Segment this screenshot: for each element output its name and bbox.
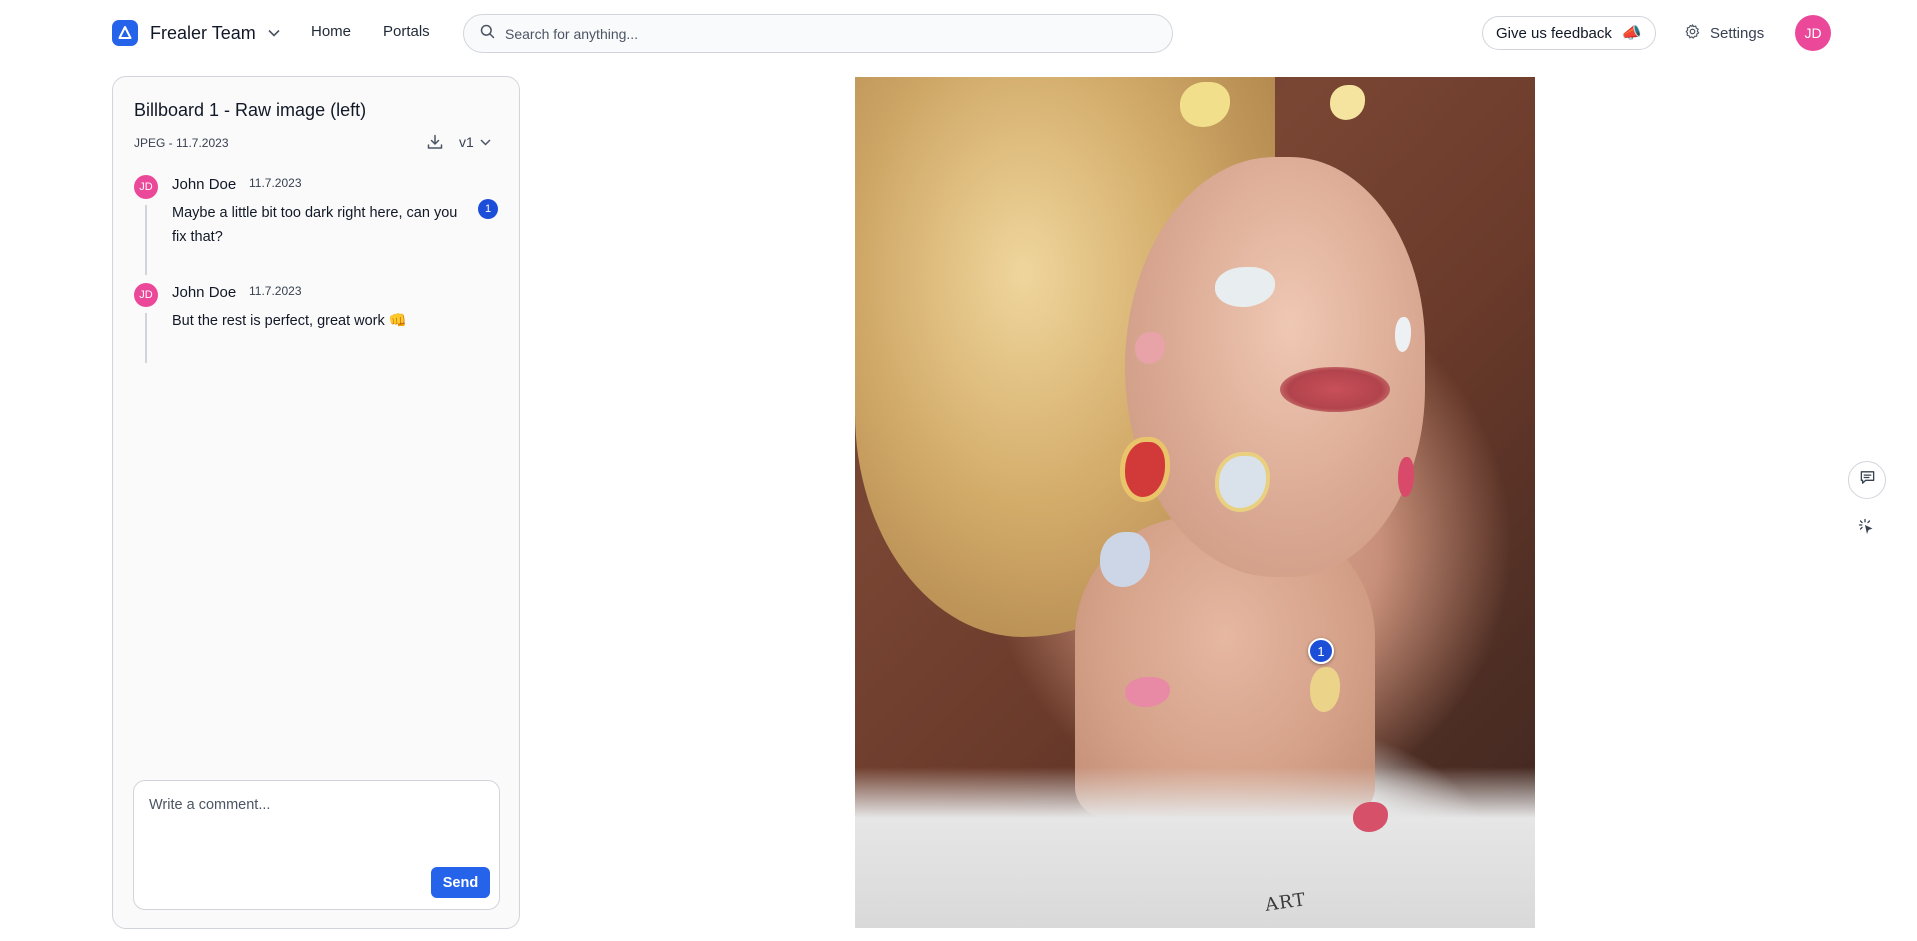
team-name: Frealer Team <box>150 22 256 43</box>
comment-author: John Doe <box>172 176 237 193</box>
comment-item: JD John Doe 11.7.2023 Maybe a little bit… <box>134 175 498 275</box>
version-label: v1 <box>459 134 474 150</box>
brand-logo-icon <box>112 20 138 46</box>
comment-text: Maybe a little bit too dark right here, … <box>172 205 458 245</box>
send-button[interactable]: Send <box>431 867 490 898</box>
feedback-label: Give us feedback <box>1496 24 1612 42</box>
comment-date: 11.7.2023 <box>249 176 302 190</box>
chevron-down-icon <box>268 29 280 37</box>
click-pointer-icon[interactable] <box>1856 516 1878 538</box>
comment-author: John Doe <box>172 284 237 301</box>
asset-title: Billboard 1 - Raw image (left) <box>134 100 367 120</box>
user-avatar[interactable]: JD <box>1795 15 1831 51</box>
image-viewer[interactable]: ART 1 <box>855 77 1535 928</box>
comment-thread-line <box>145 313 147 363</box>
comment-marker[interactable]: 1 <box>1308 638 1334 664</box>
comment-date: 11.7.2023 <box>249 284 302 298</box>
message-icon <box>1859 469 1876 491</box>
search-input[interactable] <box>505 25 1145 42</box>
comment-item: JD John Doe 11.7.2023 But the rest is pe… <box>134 283 494 363</box>
nav-portals-link[interactable]: Portals <box>383 23 430 40</box>
megaphone-icon: 📣 <box>1621 25 1642 42</box>
photo-lips <box>1280 367 1390 412</box>
avatar: JD <box>134 175 158 199</box>
comment-input[interactable] <box>149 797 479 867</box>
comment-tool-button[interactable] <box>1848 461 1886 499</box>
version-selector[interactable]: v1 <box>459 134 491 150</box>
settings-label: Settings <box>1710 25 1765 42</box>
search-bar[interactable] <box>463 14 1173 53</box>
comment-pin-badge[interactable]: 1 <box>478 199 498 219</box>
comment-composer: Send <box>133 780 500 910</box>
search-icon <box>480 24 495 44</box>
comments-panel: Billboard 1 - Raw image (left) JPEG - 11… <box>112 76 520 929</box>
photo-face <box>1125 157 1425 577</box>
chevron-down-icon <box>480 138 491 146</box>
sticker-decoration <box>1330 85 1365 120</box>
team-switcher[interactable]: Frealer Team <box>112 20 280 46</box>
feedback-button[interactable]: Give us feedback 📣 <box>1482 16 1656 50</box>
asset-meta: JPEG - 11.7.2023 <box>134 136 229 150</box>
avatar: JD <box>134 283 158 307</box>
top-bar: Frealer Team Home Portals Give us feedba… <box>0 0 1917 66</box>
comment-thread-line <box>145 205 147 275</box>
settings-button[interactable]: Settings <box>1684 23 1764 44</box>
sticker-decoration <box>1398 457 1414 497</box>
download-icon[interactable] <box>426 133 446 153</box>
nav-home-link[interactable]: Home <box>311 23 351 40</box>
comment-text: But the rest is perfect, great work 👊 <box>172 313 407 329</box>
photo-shirt <box>855 767 1535 928</box>
gear-icon <box>1684 23 1701 44</box>
